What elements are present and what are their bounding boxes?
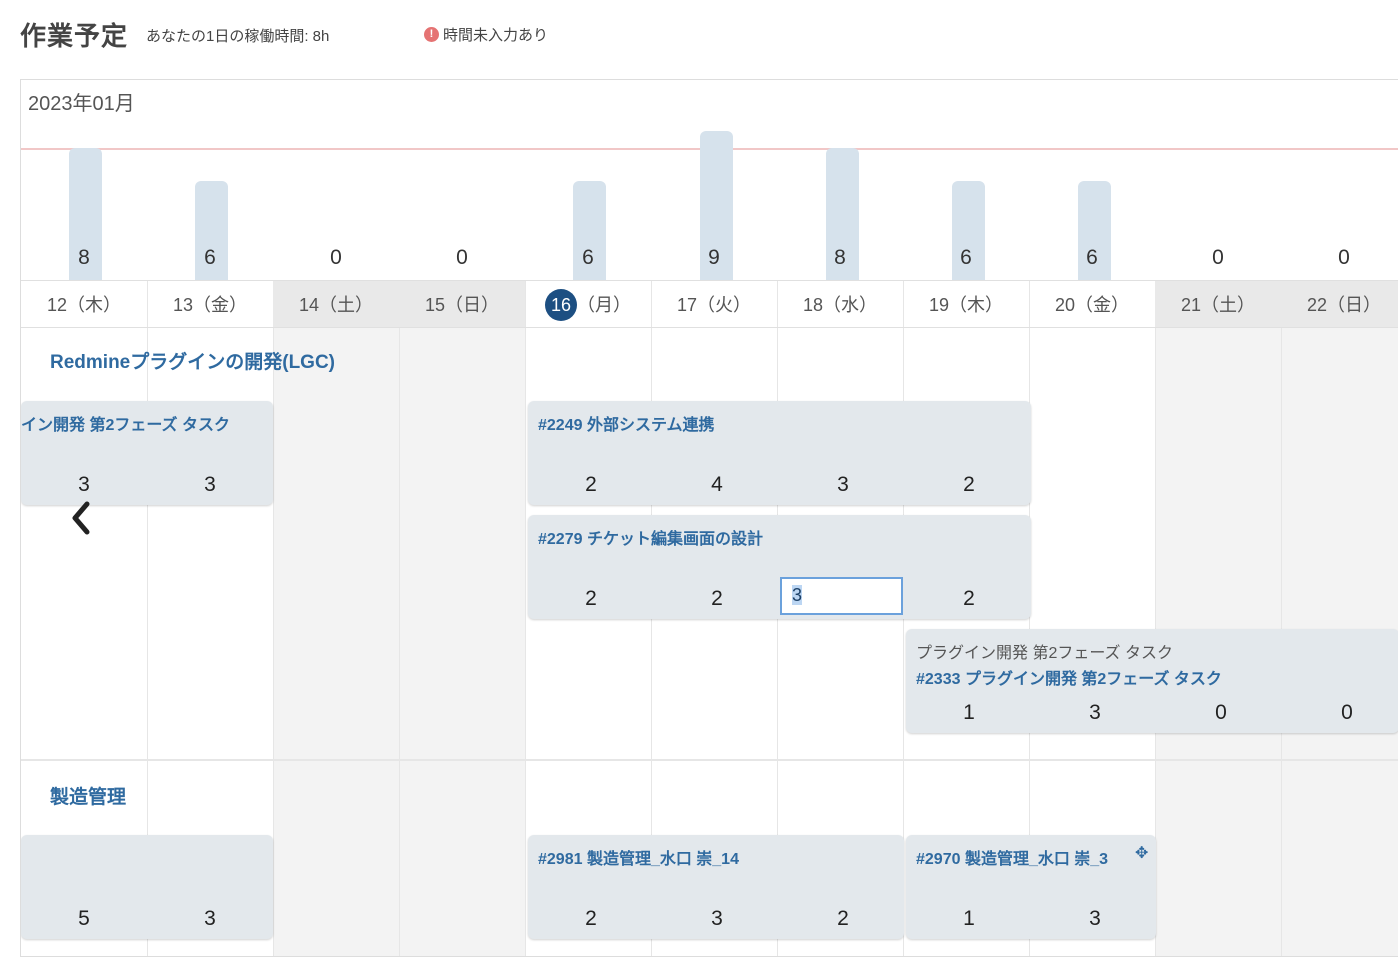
task-title[interactable]: #2249 外部システム連携: [538, 411, 714, 435]
day-header: 21（土）: [1155, 280, 1281, 328]
hour-cell[interactable]: 2: [780, 907, 906, 931]
column-separator: [399, 280, 400, 956]
task-card[interactable]: イン開発 第2フェーズ タスク 3 3: [21, 401, 273, 505]
hour-input-value: 3: [792, 585, 803, 605]
hour-cell[interactable]: 3: [147, 473, 273, 497]
drag-handle-icon[interactable]: ✥: [1135, 843, 1148, 863]
hour-cell[interactable]: 5: [21, 907, 147, 931]
hour-cell[interactable]: 2: [654, 587, 780, 611]
today-weekday: （月）: [577, 295, 631, 315]
daily-total: 6: [204, 246, 216, 269]
hour-cell[interactable]: 0: [1158, 701, 1284, 725]
work-schedule-calendar: 2023年01月 8 6 0 0 6 9 8 6 6 0 0 12（木） 13（…: [20, 79, 1398, 957]
daily-total: 8: [834, 246, 846, 269]
task-title[interactable]: #2981 製造管理_水口 崇_14: [538, 845, 739, 869]
column-separator: [525, 280, 526, 956]
daily-total: 8: [78, 246, 90, 269]
work-hours-text: あなたの1日の稼働時間: 8h: [146, 28, 330, 45]
hour-cell[interactable]: 2: [528, 907, 654, 931]
daily-total: 0: [1212, 246, 1224, 269]
day-header: 13（金）: [147, 280, 273, 328]
day-header: 14（土）: [273, 280, 399, 328]
daily-total: 0: [1338, 246, 1350, 269]
task-card[interactable]: #2981 製造管理_水口 崇_14 2 3 2: [528, 835, 904, 939]
task-parent-title: プラグイン開発 第2フェーズ タスク: [916, 645, 1173, 662]
task-card[interactable]: 5 3: [21, 835, 273, 939]
daily-total: 9: [708, 246, 720, 269]
month-label: 2023年01月: [28, 93, 135, 115]
chevron-left-icon: [72, 501, 90, 535]
page-title: 作業予定: [20, 21, 129, 51]
day-header: 18（水）: [777, 280, 903, 328]
column-separator: [1281, 280, 1282, 956]
hour-cell[interactable]: 3: [780, 473, 906, 497]
day-header: 22（日）: [1281, 280, 1398, 328]
hour-cell[interactable]: 2: [528, 587, 654, 611]
column-separator: [273, 280, 274, 956]
hour-cell[interactable]: 4: [654, 473, 780, 497]
page-header: 作業予定 あなたの1日の稼働時間: 8h ! 時間未入力あり: [0, 0, 1398, 70]
task-card[interactable]: #2249 外部システム連携 2 4 3 2: [528, 401, 1031, 505]
hour-cell[interactable]: 3: [1032, 907, 1158, 931]
warning-icon: !: [424, 27, 439, 42]
day-header: 19（木）: [903, 280, 1029, 328]
hour-cell[interactable]: 3: [1032, 701, 1158, 725]
task-card[interactable]: #2970 製造管理_水口 崇_3 ✥ 1 3: [906, 835, 1156, 939]
day-header: 12（木）: [21, 280, 147, 328]
hour-cell[interactable]: 1: [906, 907, 1032, 931]
daily-total: 0: [456, 246, 468, 269]
task-title[interactable]: #2279 チケット編集画面の設計: [538, 525, 763, 549]
daily-total: 0: [330, 246, 342, 269]
hour-cell[interactable]: 2: [906, 473, 1032, 497]
weekend-column: [1155, 280, 1281, 956]
task-title[interactable]: イン開発 第2フェーズ タスク: [21, 411, 230, 435]
hour-cell[interactable]: 3: [147, 907, 273, 931]
hour-cell[interactable]: 2: [528, 473, 654, 497]
day-header: 20（金）: [1029, 280, 1155, 328]
daily-total: 6: [960, 246, 972, 269]
weekend-column: [1281, 280, 1398, 956]
prev-week-button[interactable]: [67, 498, 97, 538]
hour-cell[interactable]: 0: [1284, 701, 1398, 725]
task-title[interactable]: #2333 プラグイン開発 第2フェーズ タスク: [916, 665, 1222, 689]
project-title[interactable]: 製造管理: [50, 782, 126, 809]
day-header: 17（火）: [651, 280, 777, 328]
warning-text: 時間未入力あり: [443, 27, 549, 44]
project-separator: [21, 759, 1398, 761]
day-header-today: 16 （月）: [525, 280, 651, 328]
hour-input-field[interactable]: 3: [780, 577, 903, 615]
daily-total: 6: [1086, 246, 1098, 269]
hour-cell[interactable]: 3: [654, 907, 780, 931]
day-header: 15（日）: [399, 280, 525, 328]
daily-total: 6: [582, 246, 594, 269]
weekend-column: [273, 280, 399, 956]
hour-cell[interactable]: 3: [21, 473, 147, 497]
hour-cell[interactable]: 1: [906, 701, 1032, 725]
task-card[interactable]: プラグイン開発 第2フェーズ タスク #2333 プラグイン開発 第2フェーズ …: [906, 629, 1398, 733]
project-title[interactable]: Redmineプラグインの開発(LGC): [50, 347, 335, 374]
missing-hours-warning[interactable]: ! 時間未入力あり: [424, 24, 548, 45]
hour-cell[interactable]: 2: [906, 587, 1032, 611]
weekend-column: [399, 280, 525, 956]
today-marker: 16: [545, 289, 577, 321]
task-title[interactable]: #2970 製造管理_水口 崇_3: [916, 845, 1138, 869]
